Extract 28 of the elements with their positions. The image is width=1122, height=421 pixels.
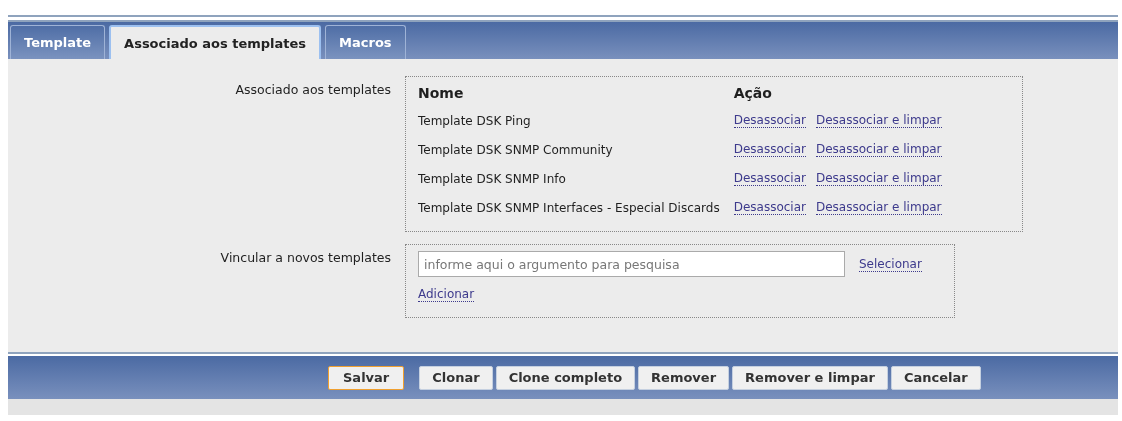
tab[interactable]: Macros (325, 25, 406, 59)
table-cell: Template DSK SNMP Info (418, 167, 734, 196)
select-link[interactable]: Selecionar (859, 256, 922, 272)
action-button[interactable]: Clone completo (495, 365, 636, 390)
action-button[interactable]: Remover (638, 365, 730, 390)
search-field[interactable]: informe aqui o argumento para pesquisa (418, 251, 845, 277)
table-cell: Template DSK SNMP Community (418, 138, 734, 167)
action-link[interactable]: Desassociar (733, 113, 806, 128)
column-header: Ação (733, 84, 773, 103)
table-cell: Template DSK SNMP Interfaces - Especial Discards (418, 196, 734, 225)
action-link[interactable]: Desassociar e limpar (816, 113, 942, 128)
action-link[interactable]: Desassociar (733, 142, 806, 157)
column-header: Nome (418, 83, 734, 109)
action-button[interactable]: Cancelar (890, 365, 981, 390)
action-link[interactable]: Desassociar (733, 200, 806, 215)
action-button[interactable]: Remover e limpar (732, 365, 888, 390)
action-link[interactable]: Desassociar e limpar (816, 200, 942, 215)
action-link[interactable]: Desassociar e limpar (816, 142, 942, 157)
field-label: Vincular a novos templates (219, 250, 392, 265)
action-link[interactable]: Desassociar (733, 171, 806, 186)
action-link[interactable]: Desassociar e limpar (816, 171, 942, 186)
field-label: Associado aos templates (234, 82, 392, 97)
action-button[interactable]: Clonar (419, 365, 493, 390)
save-button[interactable]: Salvar (328, 365, 405, 390)
tab[interactable]: Template (10, 25, 106, 59)
tab[interactable]: Associado aos templates (109, 25, 322, 59)
add-link[interactable]: Adicionar (418, 287, 475, 302)
table-cell: Template DSK Ping (418, 109, 734, 138)
